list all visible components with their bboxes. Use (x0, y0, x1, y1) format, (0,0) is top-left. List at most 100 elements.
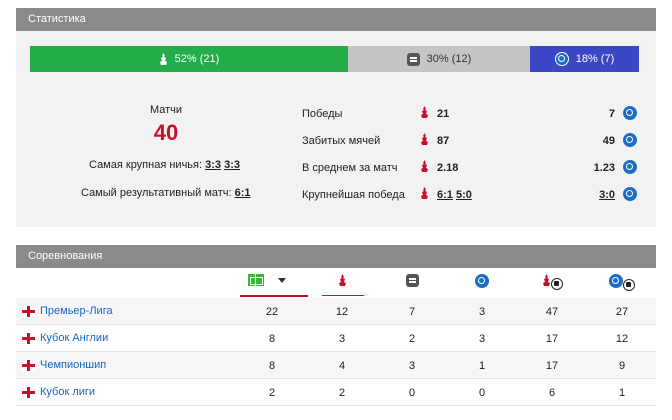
competition-link[interactable]: Кубок лиги (22, 386, 95, 398)
brighton-wins-cell: 3 (478, 333, 486, 345)
home-values: 6:1 5:0 (437, 189, 472, 201)
football-icon (550, 278, 563, 291)
biggest-win-link[interactable]: 3:0 (599, 189, 615, 201)
matches-cell: 8 (268, 360, 276, 372)
stat-row-average: В среднем за матч 2.18 1.23 (302, 158, 637, 178)
brighton-icon (609, 274, 623, 288)
home-wins-segment[interactable]: 52% (21) (30, 46, 348, 72)
brighton-goals-cell: 9 (618, 360, 626, 372)
matches-cell: 22 (265, 306, 279, 318)
liverpool-wins-cell: 3 (338, 333, 346, 345)
col-brighton-goals[interactable] (592, 274, 652, 294)
draws-cell: 2 (408, 333, 416, 345)
draw-icon (405, 274, 419, 287)
england-flag-icon (22, 386, 35, 398)
stat-row-goals: Забитых мячей 87 49 (302, 131, 637, 151)
brighton-goals-cell: 27 (615, 306, 629, 318)
competition-link[interactable]: Премьер-Лига (22, 305, 113, 317)
draws-cell: 7 (408, 306, 416, 318)
liverpool-icon (542, 274, 550, 286)
col-liverpool-wins[interactable] (312, 274, 372, 294)
liverpool-goals-cell: 17 (545, 360, 559, 372)
brighton-wins-cell: 3 (478, 306, 486, 318)
table-row: Премьер-Лига 22 12 7 3 47 27 (16, 298, 656, 325)
table-row: Чемпионшип 8 4 3 1 17 9 (16, 352, 656, 379)
matches-label: Матчи (149, 104, 183, 116)
draws-segment[interactable]: 30% (12) (348, 46, 530, 72)
biggest-win-link[interactable]: 5:0 (456, 189, 472, 201)
liverpool-wins-cell: 12 (335, 306, 349, 318)
biggest-draw: Самая крупная ничья: 3:3 3:3 (89, 159, 240, 171)
stats-header: Статистика (16, 8, 656, 31)
col-draws[interactable] (382, 274, 442, 294)
table-row: Кубок Англии 8 3 2 3 17 12 (16, 325, 656, 352)
stat-label: В среднем за матч (302, 162, 398, 174)
brighton-icon (623, 187, 637, 201)
competitions-header: Соревнования (16, 245, 656, 268)
england-flag-icon (22, 359, 35, 371)
home-wins-pct: 52% (21) (174, 53, 220, 65)
competition-link[interactable]: Кубок Англии (22, 332, 108, 344)
stat-row-wins: Победы 21 7 (302, 104, 637, 124)
england-flag-icon (22, 305, 35, 317)
matches-count: 40 (153, 120, 179, 145)
brighton-icon (623, 133, 637, 147)
home-value: 87 (437, 135, 450, 147)
table-body: Премьер-Лига 22 12 7 3 47 27 Кубок Англи… (16, 298, 656, 406)
most-goals-match: Самый результативный матч: 6:1 (81, 187, 251, 199)
matches-cell: 2 (268, 387, 276, 399)
brighton-icon (623, 160, 637, 174)
most-goals-link[interactable]: 6:1 (235, 187, 251, 199)
most-goals-label: Самый результативный матч: (81, 187, 232, 199)
stat-row-biggest-win: Крупнейшая победа 6:1 5:0 3:0 (302, 185, 637, 205)
biggest-draw-label: Самая крупная ничья: (89, 159, 203, 171)
football-icon (623, 279, 635, 292)
column-underline (322, 295, 364, 296)
away-wins-pct: 18% (7) (575, 53, 615, 65)
competitions-table: Премьер-Лига 22 12 7 3 47 27 Кубок Англи… (16, 268, 656, 406)
stat-label: Забитых мячей (302, 135, 381, 147)
draws-pct: 30% (12) (426, 53, 472, 65)
competition-name[interactable]: Кубок лиги (40, 386, 95, 398)
competition-link[interactable]: Чемпионшип (22, 359, 106, 371)
matches-cell: 8 (268, 333, 276, 345)
liverpool-icon (159, 52, 167, 65)
draws-cell: 3 (408, 360, 416, 372)
biggest-win-link[interactable]: 6:1 (437, 189, 453, 201)
liverpool-icon (338, 274, 346, 286)
sort-down-icon (278, 277, 286, 283)
liverpool-wins-cell: 4 (338, 360, 346, 372)
results-bar: 52% (21) 30% (12) 18% (7) (30, 46, 639, 72)
liverpool-goals-cell: 17 (545, 333, 559, 345)
england-flag-icon (22, 332, 35, 344)
stat-label: Крупнейшая победа (302, 189, 405, 201)
liverpool-icon (421, 133, 428, 145)
brighton-wins-cell: 0 (478, 387, 486, 399)
col-brighton-wins[interactable] (452, 274, 512, 294)
brighton-icon (554, 52, 569, 66)
away-value: 1.23 (593, 162, 615, 174)
away-wins-segment[interactable]: 18% (7) (530, 46, 639, 72)
liverpool-icon (421, 160, 428, 172)
draw-icon (406, 52, 420, 66)
col-liverpool-goals[interactable] (522, 274, 582, 294)
competition-name[interactable]: Премьер-Лига (40, 305, 113, 317)
brighton-icon (623, 106, 637, 120)
biggest-draw-link-1[interactable]: 3:3 (205, 159, 221, 171)
brighton-icon (475, 274, 489, 288)
liverpool-icon (421, 187, 428, 199)
competition-name[interactable]: Чемпионшип (40, 359, 106, 371)
away-value: 49 (602, 135, 615, 147)
home-value: 2.18 (437, 162, 459, 174)
table-header (16, 268, 656, 298)
liverpool-icon (421, 106, 428, 118)
biggest-draw-link-2[interactable]: 3:3 (224, 159, 240, 171)
liverpool-goals-cell: 6 (548, 387, 556, 399)
away-value: 7 (608, 108, 615, 120)
brighton-goals-cell: 12 (615, 333, 629, 345)
home-value: 21 (437, 108, 450, 120)
competition-name[interactable]: Кубок Англии (40, 332, 108, 344)
brighton-goals-cell: 1 (618, 387, 626, 399)
brighton-wins-cell: 1 (478, 360, 486, 372)
liverpool-wins-cell: 2 (338, 387, 346, 399)
